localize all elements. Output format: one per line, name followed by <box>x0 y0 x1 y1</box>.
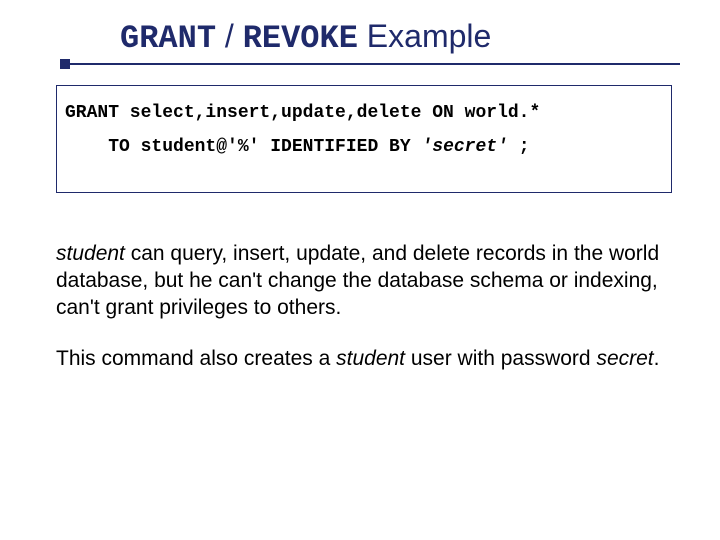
title-underline <box>120 63 680 73</box>
title-revoke: REVOKE <box>243 20 358 57</box>
paragraph-1: student can query, insert, update, and d… <box>56 241 664 322</box>
p1-rest: can query, insert, update, and delete re… <box>56 242 659 319</box>
p2-student: student <box>336 347 405 370</box>
slide-title: GRANT / REVOKE Example <box>120 18 680 61</box>
title-square-icon <box>60 59 70 69</box>
title-grant: GRANT <box>120 20 216 57</box>
p2-t1: This command also creates a <box>56 347 336 370</box>
p2-secret: secret <box>596 347 653 370</box>
code-line-1: GRANT select,insert,update,delete ON wor… <box>65 103 540 123</box>
code-line-2-suffix: ; <box>508 137 530 157</box>
code-box: GRANT select,insert,update,delete ON wor… <box>56 85 672 193</box>
title-sep: / <box>216 18 243 54</box>
paragraph-2: This command also creates a student user… <box>56 346 664 373</box>
p2-t3: . <box>654 347 660 370</box>
code-secret: 'secret' <box>421 137 507 157</box>
body-text: student can query, insert, update, and d… <box>56 241 664 373</box>
code-line-2-prefix: TO student@'%' IDENTIFIED BY <box>65 137 421 157</box>
p2-t2: user with password <box>405 347 596 370</box>
title-rest: Example <box>358 18 491 54</box>
title-area: GRANT / REVOKE Example <box>0 0 720 73</box>
p1-student: student <box>56 242 125 265</box>
